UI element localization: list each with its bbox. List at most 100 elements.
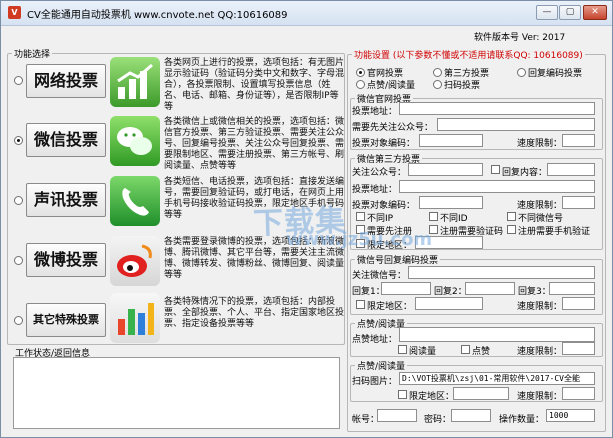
scan-region-check[interactable] — [398, 390, 407, 399]
official-follow-input[interactable] — [437, 118, 595, 131]
reply-r2-label: 回复2： — [434, 287, 467, 297]
scan-speed-label: 速度限制： — [517, 392, 563, 402]
watermark-url: www.jz5u.com — [286, 229, 433, 250]
settings-legend: 功能设置 (以下参数不懂或不适用请联系QQ: 10616089) — [354, 51, 583, 61]
other-vote-button[interactable]: 其它特殊投票 — [26, 303, 106, 337]
radio-other-vote[interactable] — [14, 316, 23, 325]
official-target-input[interactable] — [419, 134, 483, 147]
reply-follow-label: 关注微信号： — [352, 271, 407, 281]
check-diff-ip-label: 不同IP — [367, 214, 394, 224]
radio-mode-reply[interactable] — [517, 68, 526, 77]
count-label: 操作数量： — [499, 415, 545, 425]
reply-legend: 微信号回复编码投票 — [357, 256, 439, 266]
count-input[interactable]: 1000 — [546, 409, 595, 422]
title-bar: V CV全能通用自动投票机 www.cnvote.net QQ:10616089… — [1, 1, 612, 26]
like-like-check[interactable] — [461, 345, 470, 354]
check-diff-wechat-label: 不同微信号 — [518, 214, 564, 224]
network-vote-button[interactable]: 网络投票 — [26, 64, 106, 98]
weibo-icon — [110, 236, 160, 286]
reply-region-label: 限定地区： — [367, 302, 413, 312]
scan-region-input[interactable] — [453, 387, 509, 400]
like-speed-label: 速度限制： — [517, 347, 563, 357]
like-addr-input[interactable] — [399, 327, 595, 342]
wechat-vote-desc: 各类微信上或微信相关的投票，选项包括：微信官方投票、第三方验证投票、需要关注公众… — [164, 117, 345, 171]
third-speed-label: 速度限制： — [517, 201, 563, 211]
phone-vote-button[interactable]: 声讯投票 — [26, 183, 106, 217]
official-addr-label: 投票地址： — [352, 107, 398, 117]
account-input[interactable] — [377, 409, 417, 422]
radio-mode-third[interactable] — [433, 68, 442, 77]
scan-region-label: 限定地区： — [409, 392, 455, 402]
third-target-label: 投票对象编码： — [352, 201, 416, 211]
like-read-check[interactable] — [398, 345, 407, 354]
radio-mode-like[interactable] — [356, 80, 365, 89]
network-icon — [110, 57, 160, 107]
like-speed-input[interactable] — [562, 342, 595, 355]
app-icon: V — [8, 6, 21, 19]
check-diff-ip[interactable] — [356, 212, 365, 221]
check-diff-id[interactable] — [429, 212, 438, 221]
official-follow-label: 需要先关注公众号： — [352, 123, 434, 133]
third-reply-label: 回复内容： — [502, 168, 548, 178]
mode-scan-label: 扫码投票 — [444, 81, 481, 91]
like-like-label: 点赞 — [472, 347, 491, 357]
check-register-phone-label: 注册需要手机验证 — [518, 227, 591, 237]
main-window: V CV全能通用自动投票机 www.cnvote.net QQ:10616089… — [0, 0, 613, 438]
third-target-input[interactable] — [419, 196, 483, 209]
wechat-icon — [110, 116, 160, 166]
mode-reply-label: 回复编码投票 — [528, 69, 583, 79]
status-output — [13, 357, 340, 429]
weibo-vote-button[interactable]: 微博投票 — [26, 243, 106, 277]
third-follow-input[interactable] — [408, 163, 483, 176]
radio-wechat-vote[interactable] — [14, 136, 23, 145]
radio-weibo-vote[interactable] — [14, 256, 23, 265]
third-addr-label: 投票地址： — [352, 185, 398, 195]
reply-r3-input[interactable] — [549, 282, 595, 295]
reply-speed-label: 速度限制： — [517, 302, 563, 312]
window-title: CV全能通用自动投票机 www.cnvote.net QQ:10616089 — [27, 10, 288, 21]
version-label: 软件版本号 Ver: 2017 — [474, 33, 566, 43]
radio-mode-official[interactable] — [356, 68, 365, 77]
official-speed-label: 速度限制： — [517, 139, 563, 149]
third-speed-input[interactable] — [562, 196, 595, 209]
scan-img-input[interactable]: D:\VOT投票机\zsj\01-常用软件\2017-CV全能 — [399, 372, 595, 385]
phone-icon — [110, 176, 160, 226]
third-reply-check[interactable] — [491, 165, 500, 174]
third-addr-input[interactable] — [399, 180, 595, 193]
like-addr-label: 点赞地址： — [352, 335, 398, 345]
chart-icon — [110, 293, 160, 343]
reply-r1-label: 回复1： — [352, 287, 385, 297]
check-register-phone[interactable] — [507, 225, 516, 234]
scan-speed-input[interactable] — [562, 387, 595, 400]
network-vote-desc: 各类网页上进行的投票，选项包括：有无图片显示验证码（验证码分类中文和数字、字母混… — [164, 58, 345, 112]
third-reply-input[interactable] — [547, 163, 595, 176]
wechat-vote-button[interactable]: 微信投票 — [26, 123, 106, 157]
reply-r1-input[interactable] — [381, 282, 431, 295]
reply-r3-label: 回复3： — [518, 287, 551, 297]
third-follow-label: 关注公众号： — [352, 168, 407, 178]
maximize-button[interactable]: ▢ — [559, 5, 581, 20]
other-vote-desc: 各类特殊情况下的投票，选项包括：内部投票、全部投票、个人、平台、指定国家地区投票… — [164, 297, 345, 329]
password-input[interactable] — [451, 409, 491, 422]
password-label: 密码： — [424, 415, 452, 425]
scan-img-label: 扫码图片： — [352, 377, 398, 387]
official-speed-input[interactable] — [562, 134, 595, 147]
radio-phone-vote[interactable] — [14, 196, 23, 205]
minimize-button[interactable]: — — [536, 5, 558, 20]
reply-speed-input[interactable] — [562, 297, 595, 310]
radio-network-vote[interactable] — [14, 76, 23, 85]
reply-follow-input[interactable] — [408, 266, 595, 279]
official-target-label: 投票对象编码： — [352, 139, 416, 149]
mode-like-label: 点赞/阅读量 — [367, 81, 416, 91]
check-diff-id-label: 不同ID — [440, 214, 468, 224]
reply-r2-input[interactable] — [465, 282, 515, 295]
official-addr-input[interactable] — [399, 102, 595, 115]
scan-legend: 点赞/阅读量 — [357, 362, 406, 372]
reply-region-input[interactable] — [415, 297, 483, 310]
account-label: 帐号： — [352, 415, 380, 425]
check-diff-wechat[interactable] — [507, 212, 516, 221]
radio-mode-scan[interactable] — [433, 80, 442, 89]
function-group-legend: 功能选择 — [14, 50, 51, 60]
close-button[interactable]: ✕ — [583, 5, 607, 20]
reply-region-check[interactable] — [356, 300, 365, 309]
